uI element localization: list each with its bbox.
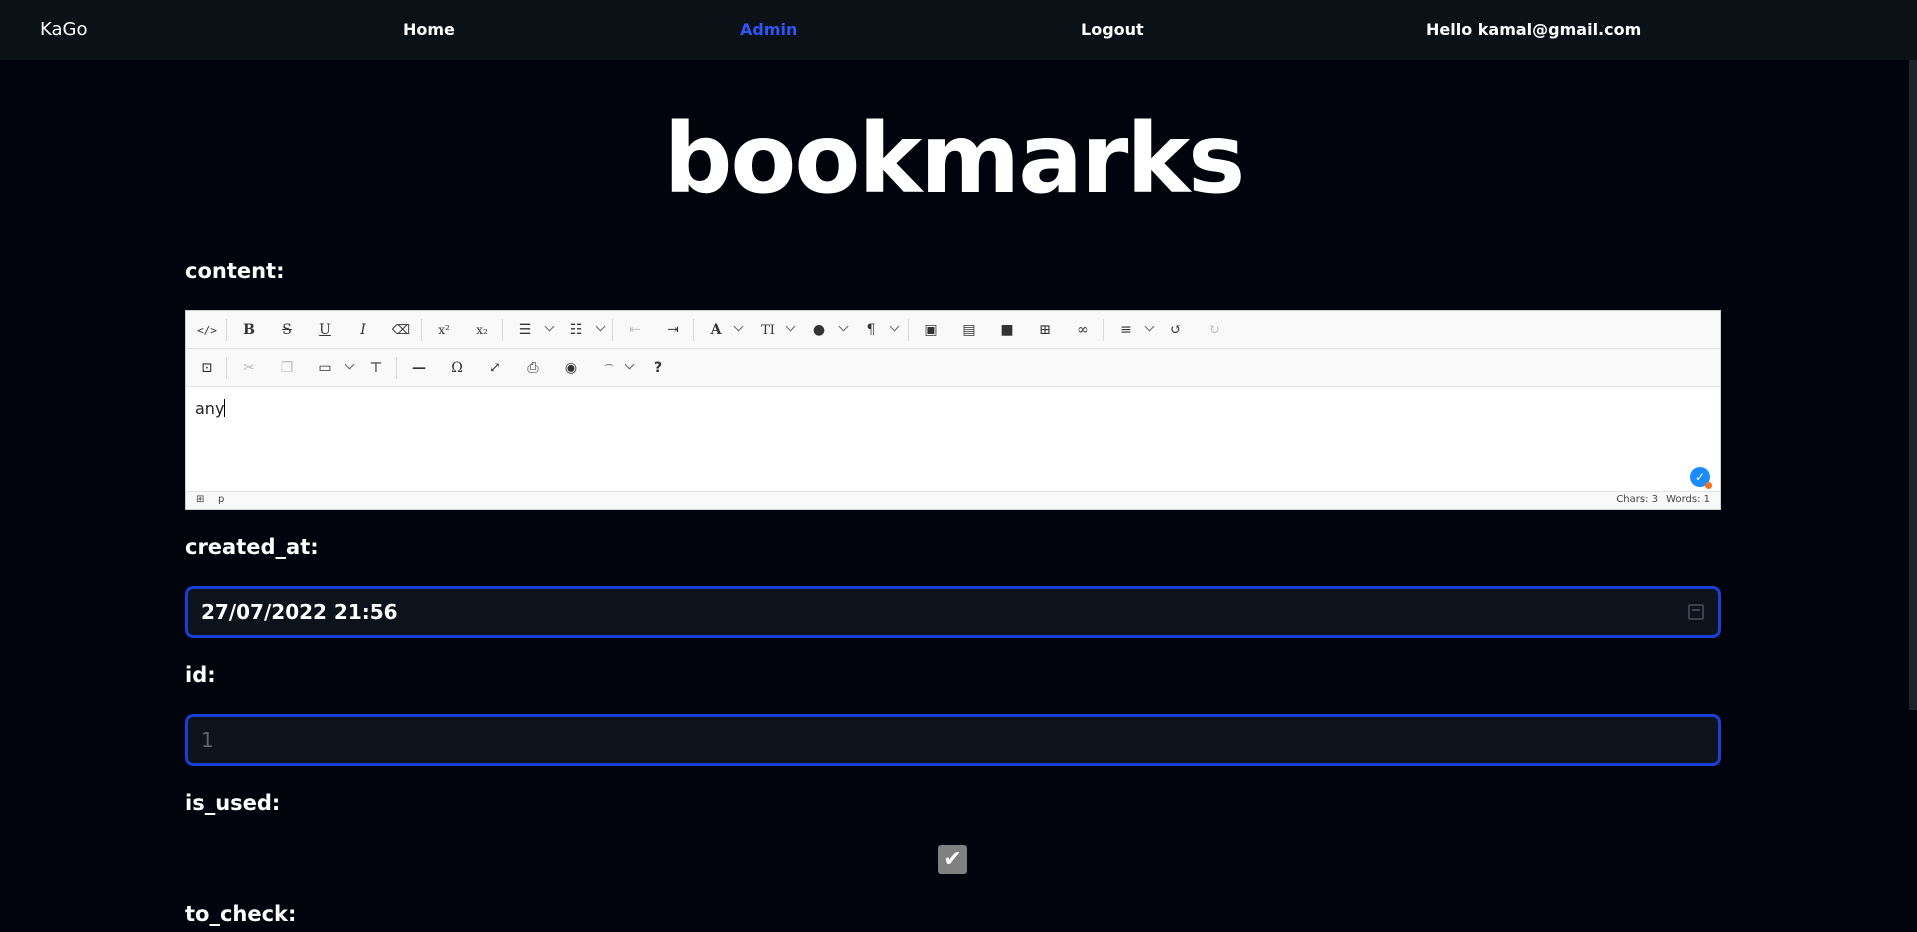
- undo-icon[interactable]: ↺: [1164, 318, 1188, 342]
- word-count: Words: 1: [1666, 494, 1710, 505]
- format-painter-icon[interactable]: ⊤: [364, 356, 388, 380]
- link-icon[interactable]: ∞: [1071, 318, 1095, 342]
- toolbar-divider: [908, 319, 909, 341]
- symbol-icon[interactable]: Ω: [445, 356, 469, 380]
- toolbar-divider: [612, 319, 613, 341]
- chevron-down-icon[interactable]: [344, 359, 355, 370]
- print-icon[interactable]: ⎙: [521, 356, 545, 380]
- id-input[interactable]: 1: [185, 714, 1721, 766]
- font-icon[interactable]: A: [704, 318, 728, 342]
- brand-logo[interactable]: KaGo: [40, 19, 87, 40]
- toolbar-divider: [502, 319, 503, 341]
- superscript-icon[interactable]: x²: [432, 318, 456, 342]
- created-at-input[interactable]: 27/07/2022 21:56: [185, 586, 1721, 638]
- created-at-label: created_at:: [185, 535, 319, 559]
- select-all-icon[interactable]: ⊡: [195, 356, 219, 380]
- toolbar-divider: [1103, 319, 1104, 341]
- hr-icon[interactable]: —: [407, 356, 431, 380]
- strikethrough-icon[interactable]: S: [275, 318, 299, 342]
- user-greeting: Hello kamal@gmail.com: [1426, 20, 1642, 39]
- id-placeholder: 1: [201, 728, 214, 752]
- editor-statusbar: ⊞ p Chars: 3 Words: 1: [186, 491, 1720, 509]
- editor-content-area[interactable]: any ✓: [186, 387, 1720, 493]
- subscript-icon[interactable]: x₂: [470, 318, 494, 342]
- eraser-icon[interactable]: ⌫: [389, 318, 413, 342]
- editor-toolbar-row-1: </> B S U I ⌫ x² x₂ ☰ ☷ ⇤ ⇥ A TI ● ¶ ▣ ▤…: [186, 311, 1720, 349]
- rich-text-editor: </> B S U I ⌫ x² x₂ ☰ ☷ ⇤ ⇥ A TI ● ¶ ▣ ▤…: [185, 310, 1721, 510]
- created-at-value: 27/07/2022 21:56: [201, 600, 398, 624]
- cut-icon[interactable]: ✂: [237, 356, 261, 380]
- table-icon[interactable]: ⊞: [1033, 318, 1057, 342]
- toolbar-divider: [226, 319, 227, 341]
- chevron-down-icon[interactable]: [785, 321, 796, 332]
- editor-toolbar-row-2: ⊡ ✂ ❐ ▭ ⊤ — Ω ⤢ ⎙ ◉ ⌒ ?: [186, 349, 1720, 387]
- toolbar-divider: [693, 319, 694, 341]
- more-icon[interactable]: ⌒: [597, 356, 621, 380]
- nav-admin-link[interactable]: Admin: [740, 20, 797, 39]
- grammar-check-icon[interactable]: ✓: [1690, 467, 1712, 489]
- char-count: Chars: 3: [1616, 494, 1658, 505]
- align-icon[interactable]: ≡: [1114, 318, 1138, 342]
- copy-icon[interactable]: ❐: [275, 356, 299, 380]
- chevron-down-icon[interactable]: [544, 321, 555, 332]
- id-label: id:: [185, 663, 216, 687]
- paragraph-icon[interactable]: ¶: [859, 318, 883, 342]
- bullet-list-icon[interactable]: ☰: [513, 318, 537, 342]
- help-icon[interactable]: ?: [646, 356, 670, 380]
- chevron-down-icon[interactable]: [889, 321, 900, 332]
- toolbar-divider: [421, 319, 422, 341]
- page-scrollbar[interactable]: [1909, 60, 1917, 710]
- font-size-icon[interactable]: TI: [756, 318, 780, 342]
- source-icon[interactable]: </>: [195, 318, 219, 342]
- toolbar-divider: [226, 357, 227, 379]
- paste-icon[interactable]: ▭: [313, 356, 337, 380]
- chevron-down-icon[interactable]: [733, 321, 744, 332]
- chevron-down-icon[interactable]: [624, 359, 635, 370]
- brush-icon[interactable]: ●: [807, 318, 831, 342]
- indent-icon[interactable]: ⇥: [661, 318, 685, 342]
- chevron-down-icon[interactable]: [595, 321, 606, 332]
- top-navbar: KaGo Home Admin Logout Hello kamal@gmail…: [0, 0, 1917, 60]
- outdent-icon[interactable]: ⇤: [623, 318, 647, 342]
- nav-logout-link[interactable]: Logout: [1081, 20, 1144, 39]
- fullsize-icon[interactable]: ⤢: [483, 356, 507, 380]
- content-label: content:: [185, 259, 285, 283]
- bold-icon[interactable]: B: [237, 318, 261, 342]
- preview-icon[interactable]: ◉: [559, 356, 583, 380]
- status-path-icon[interactable]: ⊞: [196, 494, 204, 505]
- calendar-icon[interactable]: [1688, 604, 1704, 620]
- editor-text[interactable]: any: [195, 399, 226, 418]
- is-used-label: is_used:: [185, 791, 281, 815]
- nav-home-link[interactable]: Home: [403, 20, 455, 39]
- numbered-list-icon[interactable]: ☷: [564, 318, 588, 342]
- underline-icon[interactable]: U: [313, 318, 337, 342]
- chevron-down-icon[interactable]: [838, 321, 849, 332]
- page-title: bookmarks: [663, 103, 1246, 215]
- to-check-label: to_check:: [185, 902, 297, 926]
- redo-icon[interactable]: ↻: [1202, 318, 1226, 342]
- is-used-checkbox[interactable]: ✔: [938, 845, 967, 874]
- status-element-path[interactable]: p: [218, 494, 224, 505]
- chevron-down-icon[interactable]: [1144, 321, 1155, 332]
- file-icon[interactable]: ▤: [957, 318, 981, 342]
- image-icon[interactable]: ▣: [919, 318, 943, 342]
- video-icon[interactable]: ■: [995, 318, 1019, 342]
- italic-icon[interactable]: I: [351, 318, 375, 342]
- toolbar-divider: [396, 357, 397, 379]
